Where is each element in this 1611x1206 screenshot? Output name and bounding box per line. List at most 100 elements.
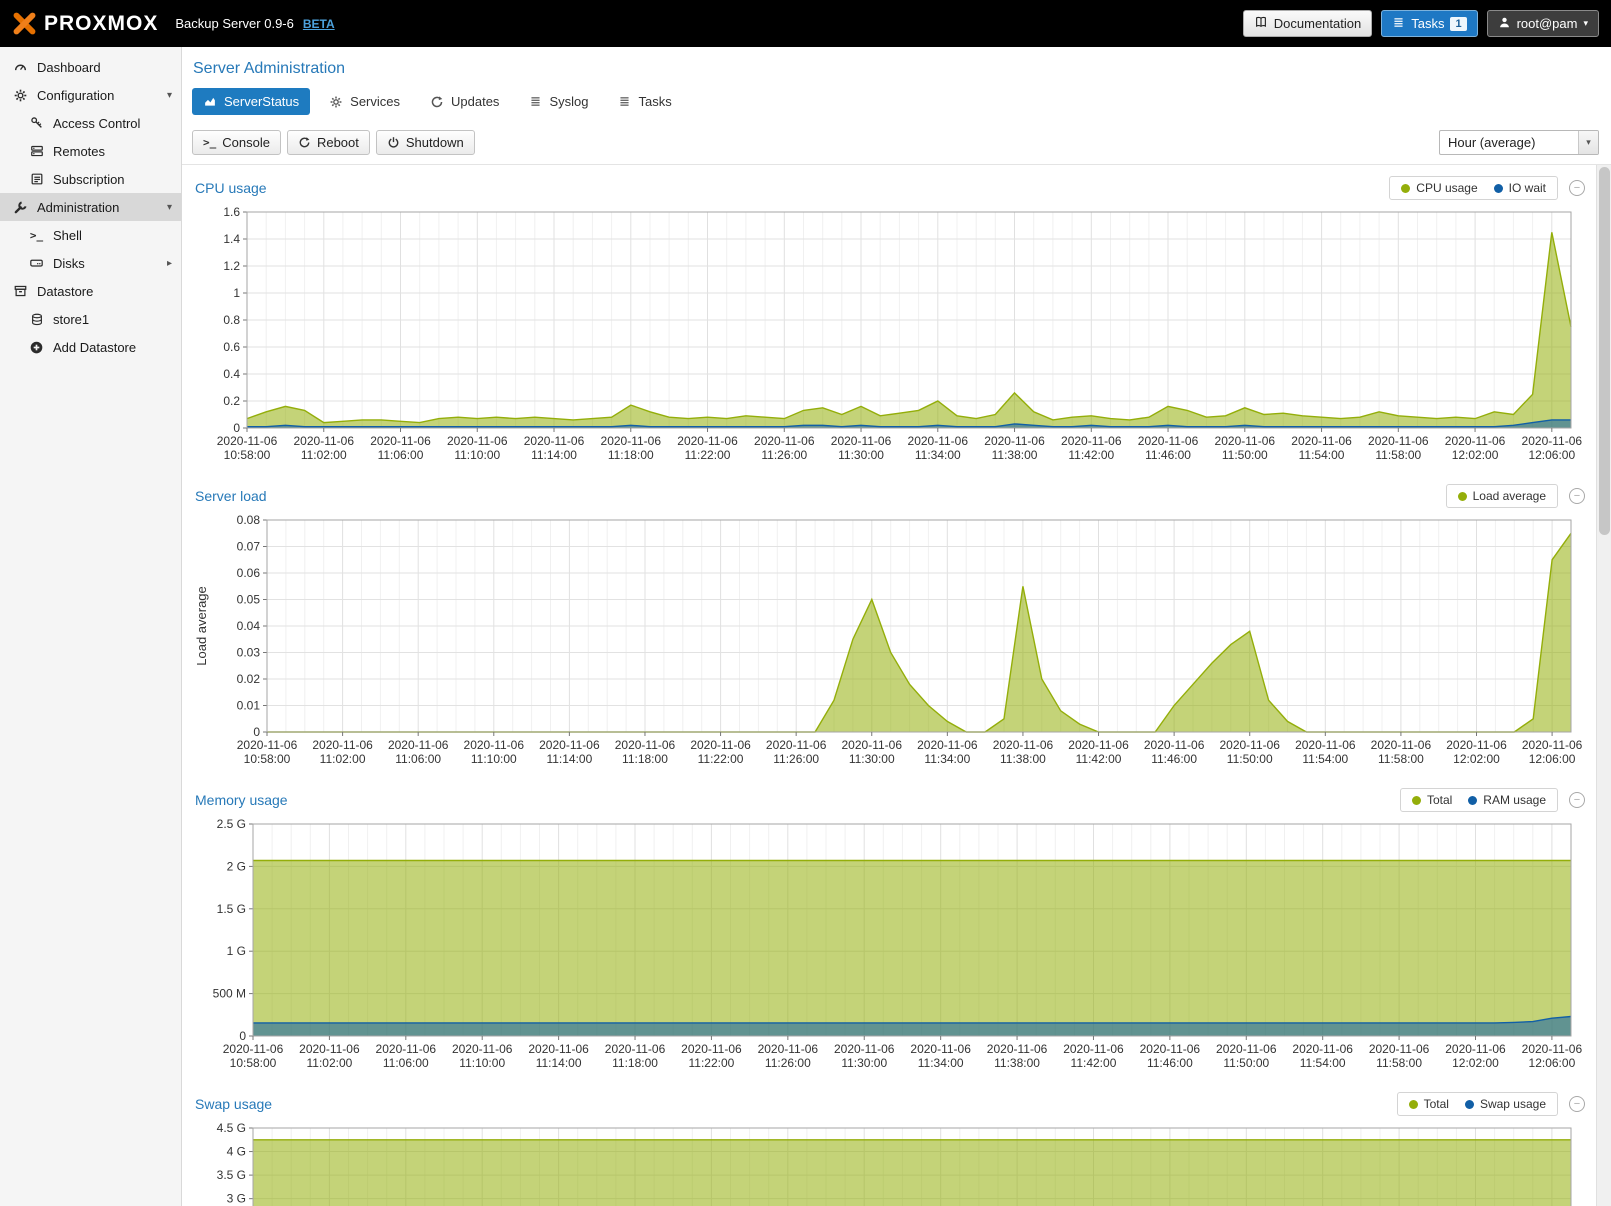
sidebar-item-add-datastore[interactable]: Add Datastore xyxy=(0,333,181,361)
sidebar-item-shell[interactable]: >_ Shell xyxy=(0,221,181,249)
svg-text:2020-11-06: 2020-11-06 xyxy=(1292,1042,1353,1056)
svg-text:2 G: 2 G xyxy=(227,859,246,873)
svg-text:2020-11-06: 2020-11-06 xyxy=(754,434,815,448)
gear-icon xyxy=(12,88,29,103)
svg-text:2020-11-06: 2020-11-06 xyxy=(312,738,373,752)
sidebar-item-access-control[interactable]: Access Control xyxy=(0,109,181,137)
svg-text:11:14:00: 11:14:00 xyxy=(546,752,592,766)
collapse-panel-button[interactable]: − xyxy=(1569,180,1585,196)
tab-tasks[interactable]: Tasks xyxy=(607,88,682,115)
legend-dot-total xyxy=(1412,796,1421,805)
svg-text:12:06:00: 12:06:00 xyxy=(1528,448,1575,462)
sidebar-item-label: Remotes xyxy=(53,144,105,159)
svg-text:2020-11-06: 2020-11-06 xyxy=(615,738,676,752)
tab-services[interactable]: Services xyxy=(318,88,411,115)
collapse-panel-button[interactable]: − xyxy=(1569,1096,1585,1112)
scrollbar-thumb[interactable] xyxy=(1599,167,1610,535)
svg-text:11:58:00: 11:58:00 xyxy=(1375,448,1421,462)
svg-text:2020-11-06: 2020-11-06 xyxy=(605,1042,666,1056)
svg-text:11:14:00: 11:14:00 xyxy=(531,448,577,462)
svg-text:2020-11-06: 2020-11-06 xyxy=(1140,1042,1201,1056)
svg-text:11:22:00: 11:22:00 xyxy=(685,448,731,462)
panel-header: Server load Load average − xyxy=(191,480,1592,512)
svg-text:2020-11-06: 2020-11-06 xyxy=(528,1042,589,1056)
tab-label: Updates xyxy=(451,94,499,109)
cpu-usage-chart: 00.20.40.60.811.21.41.62020-11-0610:58:0… xyxy=(191,204,1583,466)
svg-text:11:14:00: 11:14:00 xyxy=(536,1056,582,1070)
tab-serverstatus[interactable]: ServerStatus xyxy=(192,88,310,115)
svg-text:2020-11-06: 2020-11-06 xyxy=(677,434,738,448)
sidebar-item-disks[interactable]: Disks ▸ xyxy=(0,249,181,277)
hdd-icon xyxy=(28,256,45,270)
svg-text:12:06:00: 12:06:00 xyxy=(1529,1056,1576,1070)
user-menu-label: root@pam xyxy=(1517,16,1578,31)
svg-text:2020-11-06: 2020-11-06 xyxy=(1522,1042,1583,1056)
tab-label: Tasks xyxy=(638,94,671,109)
svg-text:11:10:00: 11:10:00 xyxy=(454,448,500,462)
shutdown-button[interactable]: Shutdown xyxy=(376,130,475,155)
svg-text:11:34:00: 11:34:00 xyxy=(918,1056,964,1070)
tab-syslog[interactable]: Syslog xyxy=(518,88,599,115)
sidebar-item-administration[interactable]: Administration ▾ xyxy=(0,193,181,221)
sidebar-item-dashboard[interactable]: Dashboard xyxy=(0,53,181,81)
svg-text:2.5 G: 2.5 G xyxy=(217,817,246,831)
collapse-panel-button[interactable]: − xyxy=(1569,488,1585,504)
svg-text:0.4: 0.4 xyxy=(223,367,240,381)
console-button[interactable]: >_ Console xyxy=(192,130,281,155)
proxmox-x-icon xyxy=(12,12,37,35)
svg-text:10:58:00: 10:58:00 xyxy=(244,752,291,766)
sidebar-item-subscription[interactable]: Subscription xyxy=(0,165,181,193)
vertical-scrollbar[interactable] xyxy=(1596,165,1611,1206)
svg-text:2020-11-06: 2020-11-06 xyxy=(910,1042,971,1056)
reboot-button[interactable]: Reboot xyxy=(287,130,370,155)
svg-text:1: 1 xyxy=(233,286,240,300)
user-menu-button[interactable]: root@pam ▾ xyxy=(1487,10,1599,37)
svg-text:0: 0 xyxy=(253,725,260,739)
svg-text:11:50:00: 11:50:00 xyxy=(1227,752,1273,766)
sidebar-item-datastore[interactable]: Datastore xyxy=(0,277,181,305)
sidebar-item-label: Disks xyxy=(53,256,85,271)
collapse-panel-button[interactable]: − xyxy=(1569,792,1585,808)
svg-text:2020-11-06: 2020-11-06 xyxy=(237,738,298,752)
legend-label: CPU usage xyxy=(1416,181,1477,195)
documentation-button[interactable]: Documentation xyxy=(1243,10,1372,37)
svg-text:2020-11-06: 2020-11-06 xyxy=(1522,434,1583,448)
svg-text:11:18:00: 11:18:00 xyxy=(608,448,654,462)
legend-dot-total xyxy=(1409,1100,1418,1109)
legend-label: Total xyxy=(1424,1097,1449,1111)
legend-item: Total xyxy=(1409,1097,1449,1111)
chevron-down-icon: ▾ xyxy=(1583,18,1588,29)
svg-text:11:02:00: 11:02:00 xyxy=(320,752,366,766)
svg-text:0.06: 0.06 xyxy=(237,566,261,580)
sidebar-item-label: Datastore xyxy=(37,284,93,299)
timeframe-select[interactable]: Hour (average) ▾ xyxy=(1439,130,1599,155)
svg-text:11:30:00: 11:30:00 xyxy=(841,1056,887,1070)
beta-link[interactable]: BETA xyxy=(303,17,335,31)
main-content: Server Administration ServerStatus xyxy=(182,47,1611,1206)
legend-label: RAM usage xyxy=(1483,793,1546,807)
svg-text:2020-11-06: 2020-11-06 xyxy=(917,738,978,752)
plus-circle-icon xyxy=(28,340,45,355)
sidebar-item-configuration[interactable]: Configuration ▾ xyxy=(0,81,181,109)
svg-text:11:02:00: 11:02:00 xyxy=(301,448,347,462)
key-icon xyxy=(28,116,45,130)
svg-text:11:34:00: 11:34:00 xyxy=(924,752,970,766)
tasks-button[interactable]: Tasks 1 xyxy=(1381,10,1477,37)
svg-text:12:02:00: 12:02:00 xyxy=(1452,448,1499,462)
legend-item: CPU usage xyxy=(1401,181,1477,195)
chevron-right-icon: ▸ xyxy=(167,258,172,269)
svg-text:0.2: 0.2 xyxy=(223,394,240,408)
svg-text:11:38:00: 11:38:00 xyxy=(1000,752,1046,766)
sidebar-item-store1[interactable]: store1 xyxy=(0,305,181,333)
tasks-badge: 1 xyxy=(1450,17,1466,31)
svg-text:11:26:00: 11:26:00 xyxy=(765,1056,811,1070)
sidebar-item-label: Dashboard xyxy=(37,60,101,75)
svg-text:0.08: 0.08 xyxy=(237,513,261,527)
tab-updates[interactable]: Updates xyxy=(419,88,510,115)
shutdown-label: Shutdown xyxy=(406,135,464,150)
svg-text:11:06:00: 11:06:00 xyxy=(395,752,441,766)
svg-text:10:58:00: 10:58:00 xyxy=(230,1056,277,1070)
svg-text:2020-11-06: 2020-11-06 xyxy=(987,1042,1048,1056)
power-icon xyxy=(387,136,400,149)
sidebar-item-remotes[interactable]: Remotes xyxy=(0,137,181,165)
